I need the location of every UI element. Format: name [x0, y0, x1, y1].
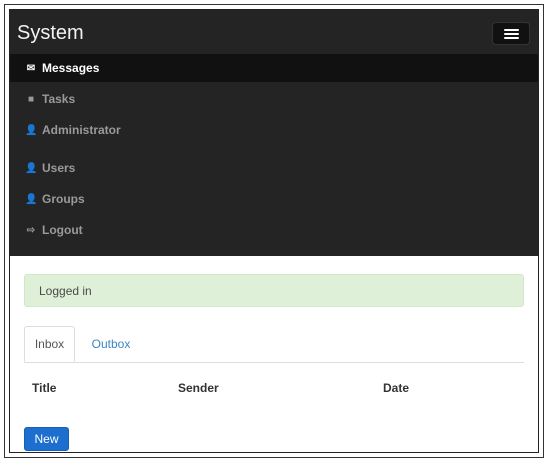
nav-item-tasks[interactable]: ■ Tasks: [10, 85, 538, 113]
hamburger-bar: [504, 29, 519, 31]
nav-item-label: Users: [42, 161, 76, 175]
hamburger-bar: [504, 37, 519, 39]
message-tabs: Inbox Outbox: [24, 326, 524, 363]
navbar: System ✉ Messages ■ Tasks 👤 Administrato…: [10, 10, 538, 256]
user-icon: 👤: [25, 193, 38, 205]
nav-item-label: Logout: [42, 223, 83, 237]
nav-item-administrator[interactable]: 👤 Administrator: [10, 116, 538, 144]
nav-item-messages[interactable]: ✉ Messages: [10, 54, 538, 82]
folder-icon: ■: [27, 93, 35, 105]
column-header-sender: Sender: [178, 381, 219, 395]
column-header-date: Date: [383, 381, 410, 395]
hamburger-menu-button[interactable]: [492, 22, 530, 45]
nav-item-groups[interactable]: 👤 Groups: [10, 185, 538, 213]
hamburger-bar: [504, 33, 519, 35]
app-window: System ✉ Messages ■ Tasks 👤 Administrato…: [4, 4, 544, 458]
column-header-title: Title: [32, 381, 57, 395]
nav-item-users[interactable]: 👤 Users: [10, 154, 538, 182]
success-alert: Logged in: [24, 274, 524, 307]
tab-outbox[interactable]: Outbox: [81, 326, 141, 362]
nav-item-label: Groups: [42, 192, 85, 206]
nav-item-label: Messages: [42, 61, 100, 75]
logout-icon: ⇨: [26, 224, 36, 236]
nav-item-label: Administrator: [42, 123, 121, 137]
nav-item-label: Tasks: [42, 92, 76, 106]
envelope-icon: ✉: [26, 62, 36, 74]
user-icon: 👤: [25, 124, 38, 136]
new-message-button[interactable]: New: [24, 427, 69, 451]
alert-text: Logged in: [39, 283, 92, 298]
user-icon: 👤: [25, 162, 38, 174]
tab-inbox[interactable]: Inbox: [24, 326, 75, 362]
main-content: Logged in Inbox Outbox Title Sender Date…: [10, 256, 538, 452]
nav-item-logout[interactable]: ⇨ Logout: [10, 216, 538, 244]
brand-title[interactable]: System: [17, 22, 84, 44]
app-container: System ✉ Messages ■ Tasks 👤 Administrato…: [9, 9, 539, 453]
